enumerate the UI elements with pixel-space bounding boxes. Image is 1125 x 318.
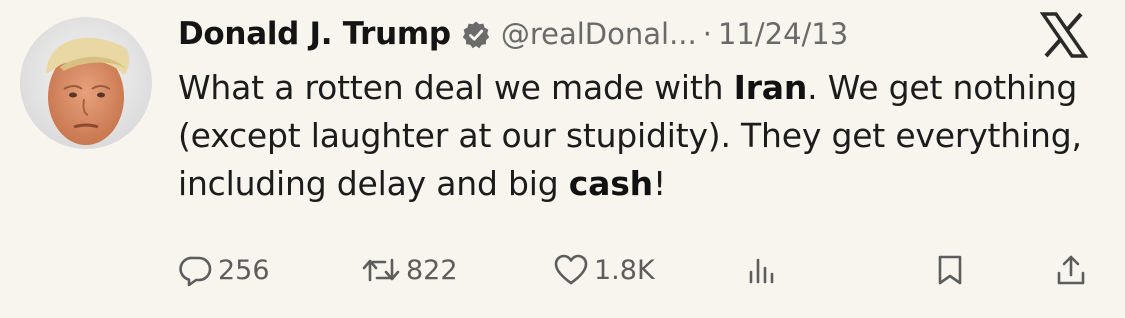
reply-icon [178, 252, 214, 288]
tweet-text-bold: Iran [733, 68, 808, 107]
header-separator: · [702, 17, 712, 51]
verified-badge-icon [461, 20, 491, 50]
share-icon [1055, 252, 1087, 288]
tweet-text-bold: cash [568, 164, 653, 203]
tweet-text-part: What a rotten deal we made with [178, 68, 734, 107]
retweet-count: 822 [406, 254, 458, 286]
retweet-button[interactable]: 822 [360, 245, 458, 295]
retweet-icon [360, 252, 402, 288]
reply-button[interactable]: 256 [178, 245, 270, 295]
x-logo-icon [1039, 12, 1089, 58]
action-bar: 256 822 1.8K [0, 245, 1125, 295]
views-icon [746, 252, 776, 288]
author-name[interactable]: Donald J. Trump [178, 16, 451, 52]
heart-icon [552, 252, 590, 288]
like-button[interactable]: 1.8K [552, 245, 655, 295]
like-count: 1.8K [594, 254, 655, 286]
bookmark-button[interactable] [935, 245, 965, 295]
share-button[interactable] [1055, 245, 1087, 295]
bookmark-icon [935, 252, 965, 288]
tweet-text: What a rotten deal we made with Iran. We… [178, 64, 1098, 208]
tweet-header: Donald J. Trump @realDonal... · 11/24/13 [178, 8, 848, 60]
author-handle[interactable]: @realDonal... [501, 17, 697, 51]
tweet-date[interactable]: 11/24/13 [718, 17, 848, 51]
reply-count: 256 [218, 254, 270, 286]
tweet-text-part: ! [652, 164, 666, 203]
views-button[interactable] [746, 245, 776, 295]
avatar[interactable] [20, 17, 152, 149]
